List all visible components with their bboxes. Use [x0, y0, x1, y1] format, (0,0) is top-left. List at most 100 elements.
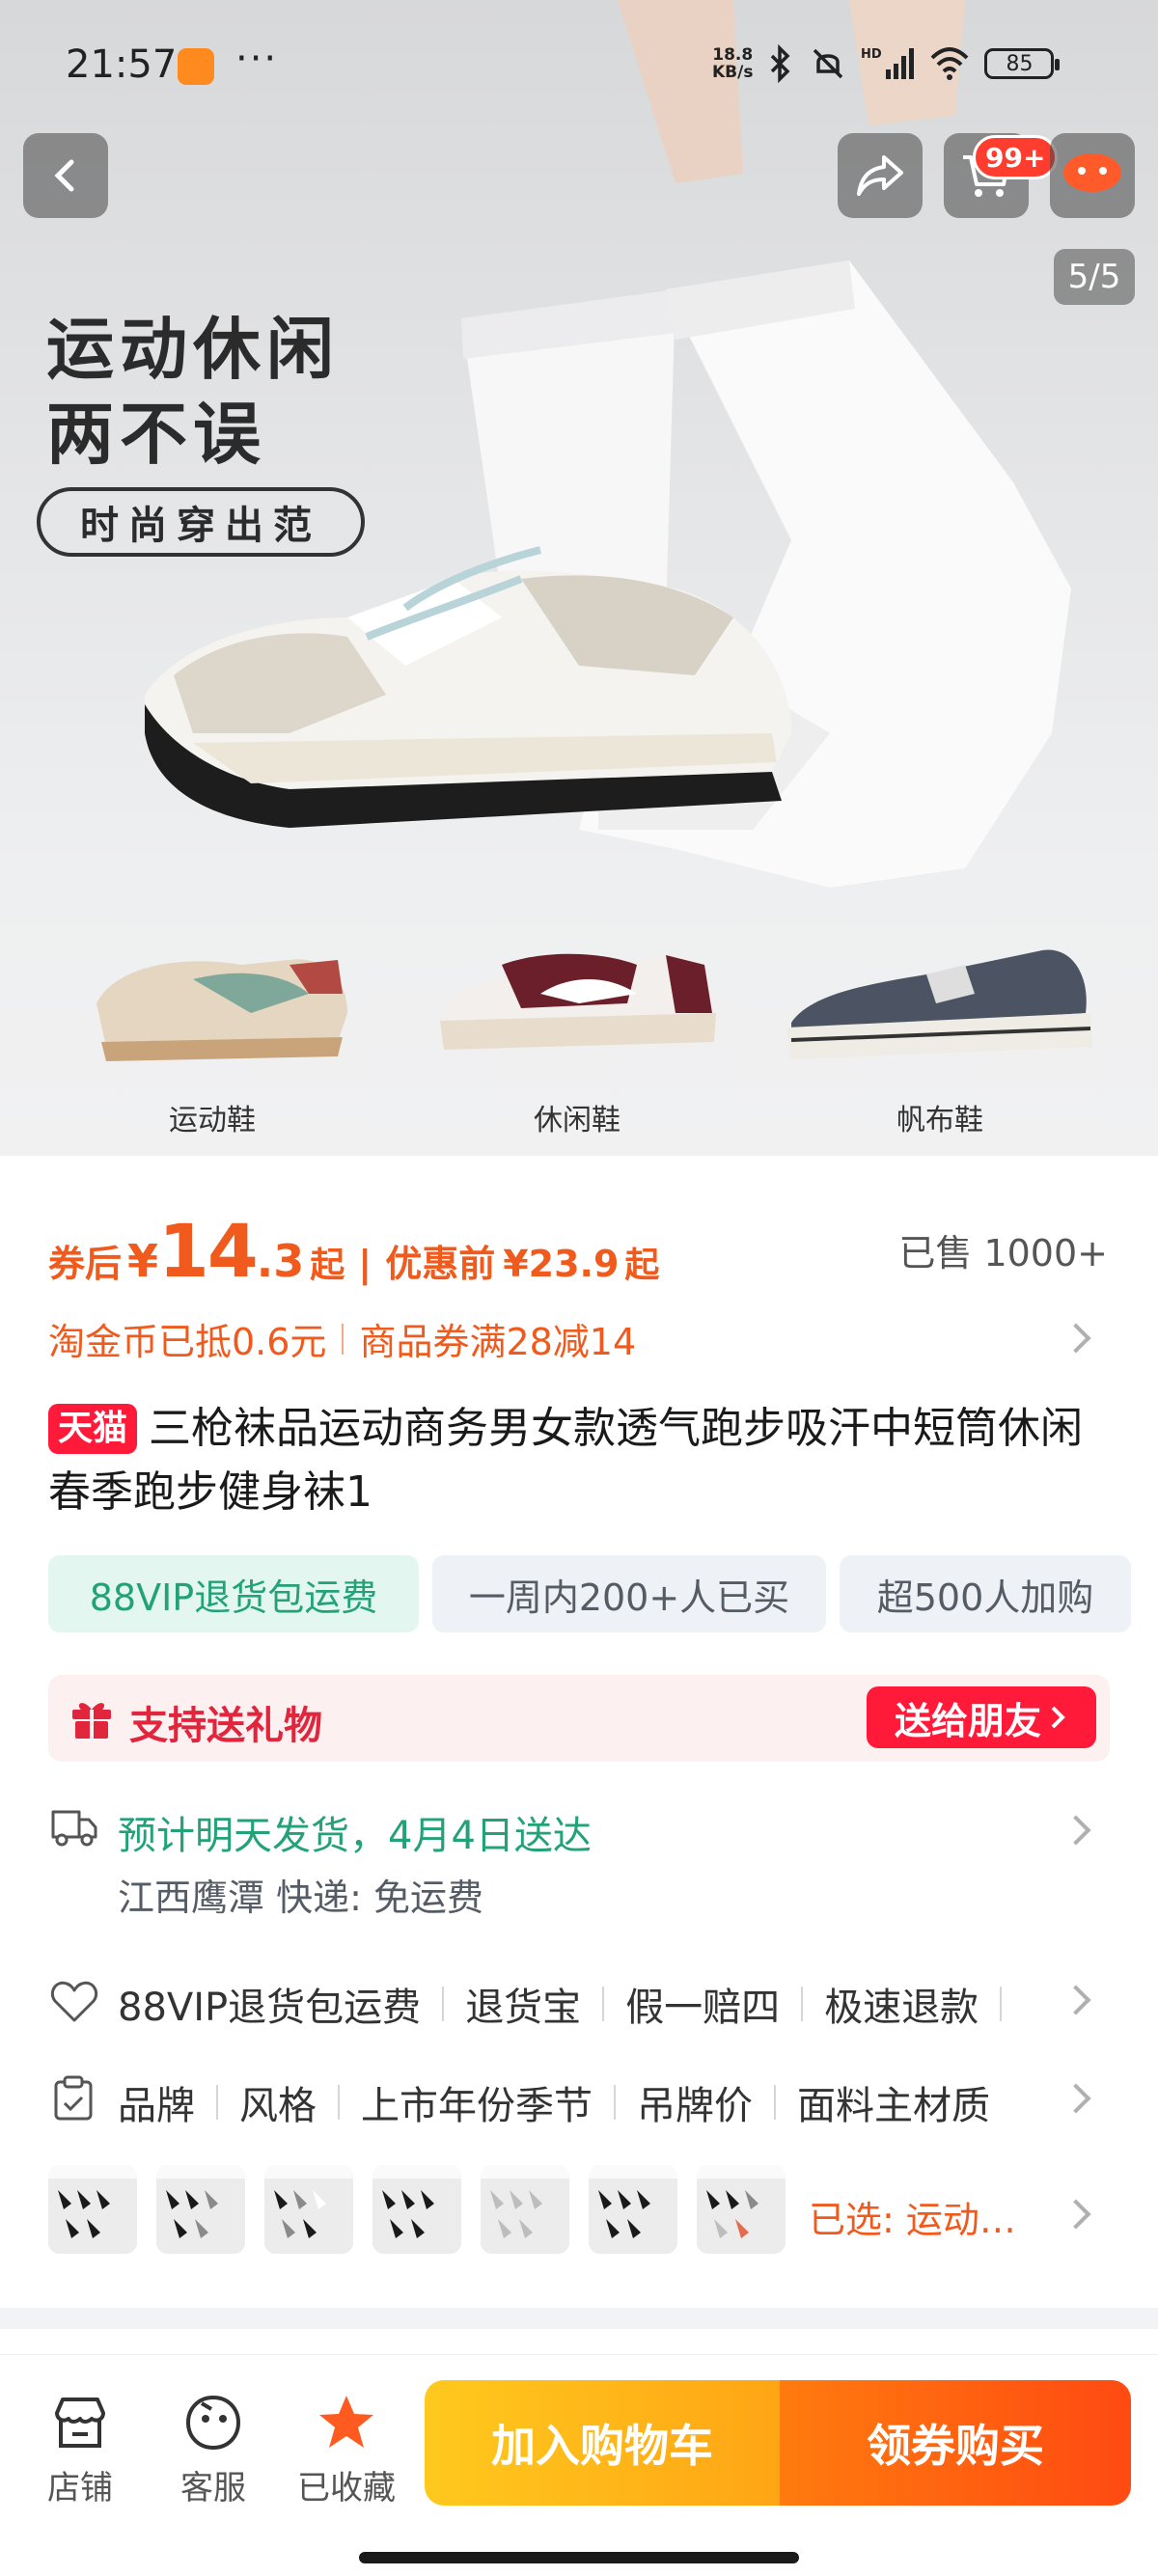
sku-thumb-image [156, 2165, 245, 2254]
tab-favorited[interactable]: 已收藏 [293, 2392, 400, 2508]
status-bar: 21:57 ··· 18.8 KB/s HD 85 [0, 0, 1158, 135]
tab-store[interactable]: 店铺 [27, 2392, 133, 2508]
sku-thumb[interactable] [372, 2165, 461, 2254]
mute-icon [813, 48, 843, 79]
bottom-action-bar: 店铺 客服 已收藏 加入购物车 领券购买 [0, 2354, 1158, 2576]
sku-thumb[interactable] [589, 2165, 677, 2254]
coupon-chevron-right-icon[interactable] [1061, 1323, 1091, 1354]
coupon-divider [342, 1323, 345, 1355]
sku-thumb[interactable] [264, 2165, 353, 2254]
sku-thumb[interactable] [156, 2165, 245, 2254]
bluetooth-icon [771, 44, 790, 83]
sku-thumb[interactable] [481, 2165, 569, 2254]
send-to-friend-label: 送给朋友 [894, 1699, 1041, 1742]
before-discount-label: 优惠前 [385, 1243, 496, 1285]
store-icon [55, 2398, 105, 2448]
add-to-cart-button[interactable]: 加入购物车 [425, 2380, 780, 2506]
divider [442, 1987, 445, 2021]
selected-sku[interactable]: 已选: 运动… [809, 2190, 1016, 2243]
shoe-sport [96, 959, 347, 1061]
params-chevron-right-icon[interactable] [1061, 2083, 1091, 2114]
chip-88vip-return[interactable]: 88VIP退货包运费 [48, 1555, 419, 1632]
services-chevron-right-icon[interactable] [1061, 1985, 1091, 2015]
chevron-right-icon [1051, 1706, 1065, 1729]
tab-customer-service[interactable]: 客服 [160, 2392, 266, 2508]
share-button[interactable] [838, 133, 923, 218]
divider [338, 2085, 340, 2120]
hero-headline: 运动休闲 两不误 [46, 307, 340, 477]
wifi-icon [931, 47, 969, 80]
home-indicator[interactable] [359, 2552, 799, 2563]
divider [774, 2085, 776, 2120]
status-time: 21:57 [66, 42, 178, 87]
after-coupon-label: 券后 [48, 1243, 123, 1285]
coupon-row[interactable]: 淘金币已抵0.6元 商品券满28减14 [48, 1312, 636, 1365]
original-price-from-label: 起 [624, 1246, 660, 1285]
product-image-gallery[interactable]: 21:57 ··· 18.8 KB/s HD 85 99+ 5/5 运动休闲 两… [0, 0, 1158, 1156]
share-icon [857, 155, 903, 196]
delivery-chevron-right-icon[interactable] [1061, 1815, 1091, 1846]
price-integer: 14 [158, 1208, 259, 1294]
gift-icon [72, 1703, 111, 1739]
hero-tag: 时尚穿出范 [37, 487, 365, 557]
param-style: 风格 [239, 2084, 317, 2128]
sku-chevron-right-icon[interactable] [1061, 2199, 1091, 2230]
star-filled-icon [319, 2396, 373, 2448]
send-to-friend-button[interactable]: 送给朋友 [867, 1686, 1096, 1748]
price-currency: ¥ [127, 1235, 159, 1287]
divider [801, 1987, 804, 2021]
shoe-casual [440, 953, 716, 1050]
more-button[interactable] [1050, 133, 1135, 218]
hero-headline-line1: 运动休闲 [46, 310, 340, 389]
delivery-truck-icon [51, 1810, 97, 1847]
product-title-text: 三枪袜品运动商务男女款透气跑步吸汗中短筒休闲春季跑步健身袜1 [48, 1404, 1084, 1517]
chip-add-to-cart-count[interactable]: 超500人加购 [840, 1555, 1131, 1632]
sku-thumb-image [372, 2165, 461, 2254]
service-88vip-return: 88VIP退货包运费 [118, 1986, 422, 2030]
service-fake-compensation: 假一赔四 [625, 1986, 781, 2030]
service-list[interactable]: 88VIP退货包运费 退货宝 假一赔四 极速退款 [118, 1976, 1023, 2032]
clipboard-icon [54, 2075, 93, 2121]
product-parameters[interactable]: 品牌 风格 上市年份季节 吊牌价 面料主材质 [118, 2074, 990, 2130]
param-season: 上市年份季节 [361, 2084, 593, 2128]
signal-icon: HD [861, 47, 915, 79]
price-separator: | [358, 1243, 372, 1285]
delivery-estimate[interactable]: 预计明天发货，4月4日送达 [118, 1804, 592, 1860]
price-decimal: .3 [256, 1235, 305, 1287]
service-guarantee-icon [50, 1981, 98, 2022]
service-return-insurance: 退货宝 [465, 1986, 582, 2030]
tab-favorited-label: 已收藏 [297, 2469, 396, 2507]
divider [1000, 1987, 1003, 2021]
sku-thumb[interactable] [48, 2165, 137, 2254]
shoe-label-sport: 运动鞋 [169, 1104, 256, 1137]
tab-customer-service-label: 客服 [180, 2469, 246, 2507]
status-indicators: 18.8 KB/s HD 85 [712, 44, 1061, 83]
network-speed-value: 18.8 [712, 45, 754, 65]
image-pager: 5/5 [1054, 249, 1135, 305]
hero-headline-line2: 两不误 [46, 395, 266, 474]
gift-label: 支持送礼物 [129, 1704, 322, 1748]
taojinbi-discount: 淘金币已抵0.6元 [48, 1321, 327, 1363]
tmall-badge: 天猫 [48, 1404, 138, 1454]
service-fast-refund: 极速退款 [824, 1986, 979, 2030]
network-speed: 18.8 KB/s [712, 46, 753, 81]
chip-weekly-buyers[interactable]: 一周内200+人已买 [432, 1555, 826, 1632]
sku-thumb-image [589, 2165, 677, 2254]
divider [216, 2085, 218, 2120]
gift-banner[interactable]: 支持送礼物 送给朋友 [48, 1675, 1110, 1762]
product-title: 天猫 三枪袜品运动商务男女款透气跑步吸汗中短筒休闲春季跑步健身袜1 [48, 1397, 1119, 1524]
more-notifications-icon: ··· [235, 37, 279, 81]
delivery-origin-shipping: 江西鹰潭 快递: 免运费 [118, 1877, 483, 1919]
price-from-label: 起 [310, 1246, 345, 1285]
sku-thumb-image [48, 2165, 137, 2254]
back-button[interactable] [23, 133, 108, 218]
highlight-chips: 88VIP退货包运费 一周内200+人已买 超500人加购 [48, 1555, 1131, 1632]
tab-store-label: 店铺 [47, 2469, 113, 2507]
sku-thumb[interactable] [697, 2165, 786, 2254]
shoe-canvas [786, 949, 1092, 1059]
claim-coupon-buy-button[interactable]: 领券购买 [780, 2380, 1131, 2506]
sku-thumbnails [48, 2165, 786, 2254]
section-divider [0, 2308, 1158, 2329]
sku-thumb-image [697, 2165, 786, 2254]
divider [602, 1987, 605, 2021]
